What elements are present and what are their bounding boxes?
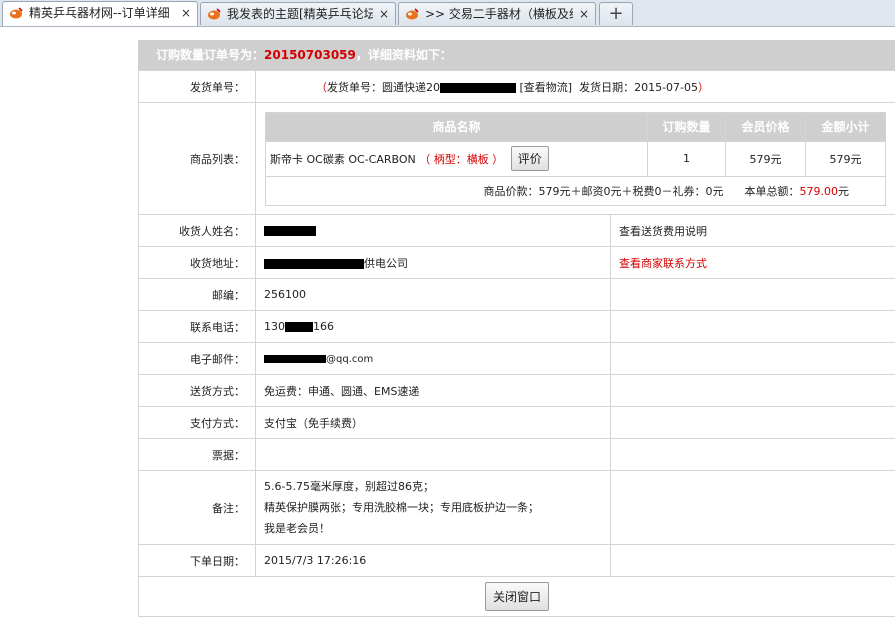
product-name-cell: 斯帝卡 OC碳素 OC-CARBON （ 柄型：横板 ） 评价 <box>265 140 648 177</box>
site-favicon-icon <box>406 8 419 20</box>
merchant-contact-link[interactable]: 查看商家联系方式 <box>610 246 895 279</box>
new-tab-button[interactable]: + <box>599 2 633 25</box>
note-line: 5.6-5.75毫米厚度，别超过86克； <box>264 480 434 493</box>
site-favicon-icon <box>10 7 23 19</box>
product-table: 商品名称 订购数量 会员价格 金额小计 斯帝卡 OC碳素 OC-CARBON （… <box>265 111 886 206</box>
order-total-unit: 元 <box>838 184 849 198</box>
email-value: @qq.com <box>255 342 611 375</box>
order-total-label: 本单总额： <box>744 184 800 198</box>
site-favicon-icon <box>208 8 221 20</box>
address-suffix: 供电公司 <box>364 256 408 270</box>
col-product-name: 商品名称 <box>265 111 648 142</box>
order-total-value: 579.00 <box>799 184 839 198</box>
product-name: 斯帝卡 OC碳素 OC-CARBON <box>270 153 416 166</box>
tab-title: >> 交易二手器材（横板及组 <box>425 7 573 21</box>
order-detail-table: 发货单号： （发货单号：圆通快递20 [查看物流] 发货日期：2015-07-0… <box>138 70 895 617</box>
phone-label: 联系电话： <box>138 310 256 343</box>
address-value: 供电公司 <box>255 246 611 279</box>
product-variant: （ 柄型：横板 ） <box>419 153 504 166</box>
payment-row: 支付方式： 支付宝（免手续费） <box>138 406 895 439</box>
payment-value: 支付宝（免手续费） <box>255 406 611 439</box>
address-row: 收货地址： 供电公司 查看商家联系方式 <box>138 246 895 279</box>
close-icon[interactable]: × <box>181 2 191 25</box>
email-suffix: @qq.com <box>326 354 374 365</box>
actions-cell: 关闭窗口 <box>138 576 895 617</box>
products-cell: 商品名称 订购数量 会员价格 金额小计 斯帝卡 OC碳素 OC-CARBON （… <box>255 102 895 215</box>
product-item-row: 斯帝卡 OC碳素 OC-CARBON （ 柄型：横板 ） 评价 1 579元 5… <box>265 140 886 177</box>
note-line: 我是老会员！ <box>264 522 330 535</box>
product-summary-cell: 商品价款：579元＋邮资0元＋税费0－礼券：0元 本单总额：579.00元 <box>265 175 886 206</box>
order-date-label: 下单日期： <box>138 544 256 577</box>
tab-my-topics[interactable]: 我发表的主题[精英乒乓论坛 × <box>200 2 396 25</box>
tab-order-detail[interactable]: 精英乒乓器材网--订单详细 × <box>2 1 198 26</box>
recipient-name-row: 收货人姓名： 查看送货费用说明 <box>138 214 895 247</box>
product-qty: 1 <box>647 140 726 177</box>
phone-value: 130 166 <box>255 310 611 343</box>
address-label: 收货地址： <box>138 246 256 279</box>
tab-title: 精英乒乓器材网--订单详细 <box>29 6 170 20</box>
note-label: 备注： <box>138 470 256 545</box>
product-summary-row: 商品价款：579元＋邮资0元＋税费0－礼券：0元 本单总额：579.00元 <box>265 175 886 206</box>
order-number: 20150703059 <box>264 48 356 62</box>
tracking-prefix: 发货单号：圆通快递20 <box>327 80 440 94</box>
close-icon[interactable]: × <box>579 3 589 25</box>
delivery-label: 送货方式： <box>138 374 256 407</box>
col-subtotal: 金额小计 <box>805 111 886 142</box>
delivery-row: 送货方式： 免运费：申通、圆通、EMS速递 <box>138 374 895 407</box>
col-quantity: 订购数量 <box>647 111 726 142</box>
shipping-info: （发货单号：圆通快递20 [查看物流] 发货日期：2015-07-05） <box>255 70 895 103</box>
browser-tab-bar: 精英乒乓器材网--订单详细 × 我发表的主题[精英乒乓论坛 × >> 交易二手器… <box>0 0 895 27</box>
ship-date: 发货日期：2015-07-05 <box>579 80 699 94</box>
payment-label: 支付方式： <box>138 406 256 439</box>
close-window-button[interactable]: 关闭窗口 <box>484 582 549 611</box>
paren-close: ） <box>698 80 710 94</box>
product-subtotal: 579元 <box>805 140 886 177</box>
tab-trade-used-gear[interactable]: >> 交易二手器材（横板及组 × <box>398 2 596 25</box>
invoice-label: 票据： <box>138 438 256 471</box>
order-date-value: 2015/7/3 17:26:16 <box>255 544 611 577</box>
redacted-email <box>264 355 326 363</box>
col-member-price: 会员价格 <box>725 111 806 142</box>
order-header: 订购数量订单号为：20150703059，详细资料如下： <box>138 40 895 70</box>
redacted-name <box>264 226 316 236</box>
zip-value: 256100 <box>255 278 611 311</box>
redacted-phone <box>285 322 313 332</box>
email-label: 电子邮件： <box>138 342 256 375</box>
close-icon[interactable]: × <box>379 3 389 25</box>
order-header-suffix: ，详细资料如下： <box>355 48 452 62</box>
shipping-fee-link[interactable]: 查看送货费用说明 <box>610 214 895 247</box>
invoice-row: 票据： <box>138 438 895 471</box>
tab-title: 我发表的主题[精英乒乓论坛 <box>227 7 373 21</box>
recipient-name-label: 收货人姓名： <box>138 214 256 247</box>
note-row: 备注： 5.6-5.75毫米厚度，别超过86克； 精英保护膜两张；专用洗胶棉一块… <box>138 470 895 545</box>
shipping-row: 发货单号： （发货单号：圆通快递20 [查看物流] 发货日期：2015-07-0… <box>138 70 895 103</box>
email-row: 电子邮件： @qq.com <box>138 342 895 375</box>
review-button[interactable]: 评价 <box>510 146 549 171</box>
note-line: 精英保护膜两张；专用洗胶棉一块；专用底板护边一条； <box>264 501 539 514</box>
redacted-tracking-number <box>440 82 516 93</box>
phone-suffix: 166 <box>313 320 334 333</box>
redacted-address <box>264 258 364 269</box>
zip-label: 邮编： <box>138 278 256 311</box>
phone-row: 联系电话： 130 166 <box>138 310 895 343</box>
order-date-row: 下单日期： 2015/7/3 17:26:16 <box>138 544 895 577</box>
price-breakdown: 商品价款：579元＋邮资0元＋税费0－礼券：0元 <box>483 184 724 198</box>
phone-prefix: 130 <box>264 320 285 333</box>
products-row: 商品列表： 商品名称 订购数量 会员价格 金额小计 斯帝卡 OC碳素 OC-CA… <box>138 102 895 215</box>
zip-row: 邮编： 256100 <box>138 278 895 311</box>
paren-open: （ <box>316 80 327 94</box>
delivery-value: 免运费：申通、圆通、EMS速递 <box>255 374 611 407</box>
note-value: 5.6-5.75毫米厚度，别超过86克； 精英保护膜两张；专用洗胶棉一块；专用底… <box>255 470 611 545</box>
product-price: 579元 <box>725 140 806 177</box>
actions-row: 关闭窗口 <box>138 576 895 617</box>
view-logistics-link[interactable]: [查看物流] <box>520 81 573 94</box>
order-header-prefix: 订购数量订单号为： <box>156 48 265 62</box>
shipping-label: 发货单号： <box>138 70 256 103</box>
order-detail-panel: 订购数量订单号为：20150703059，详细资料如下： 发货单号： （发货单号… <box>138 40 895 617</box>
recipient-name-value <box>255 214 611 247</box>
products-label: 商品列表： <box>138 102 256 215</box>
